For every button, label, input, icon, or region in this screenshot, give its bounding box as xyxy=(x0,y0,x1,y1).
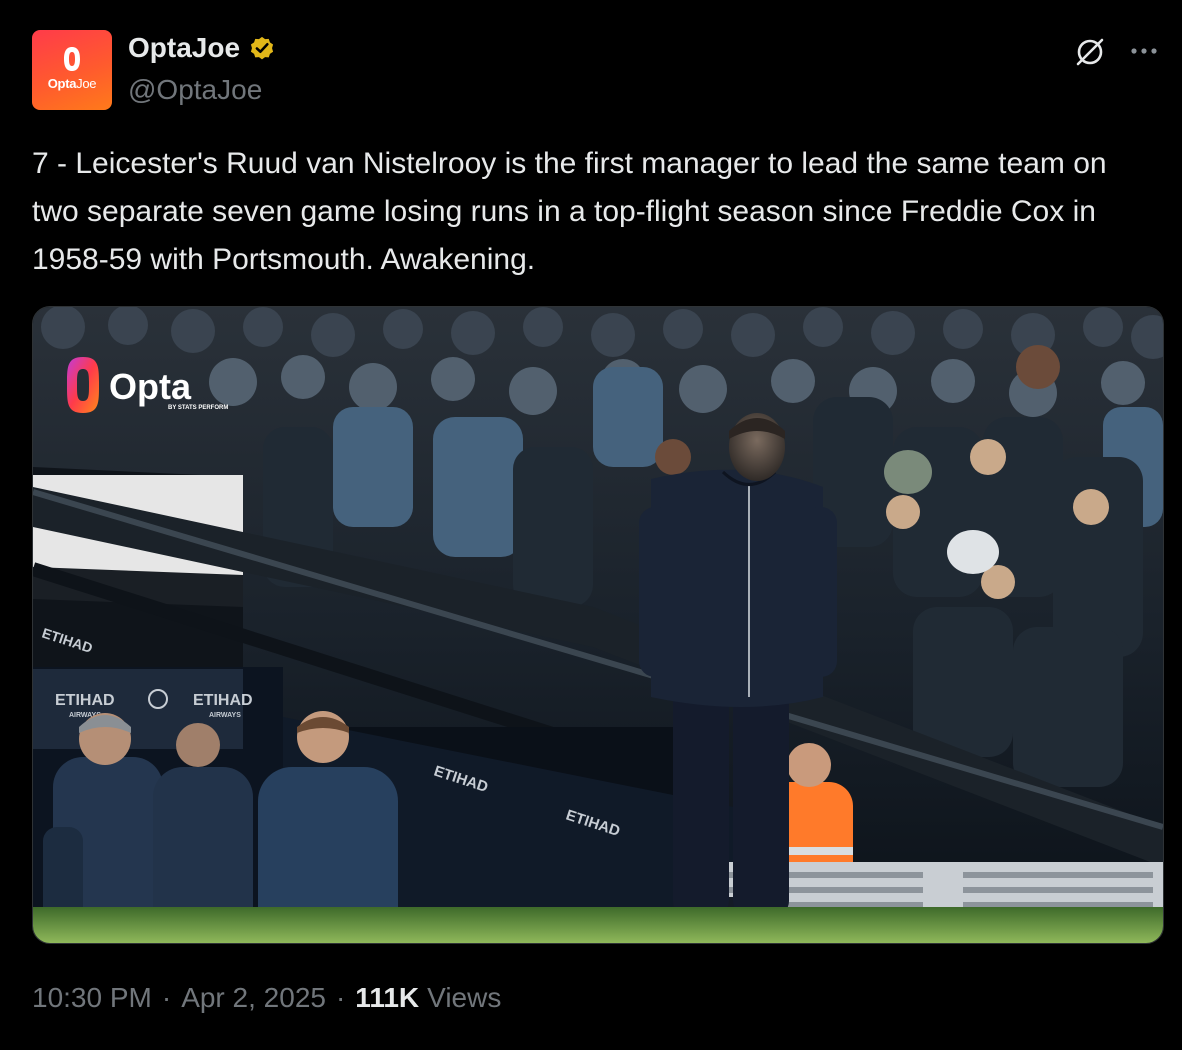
avatar-text-light: Joe xyxy=(76,76,97,91)
opta-logo-icon xyxy=(64,47,80,71)
views-label: Views xyxy=(427,982,502,1013)
avatar-text-bold: Opta xyxy=(47,76,77,91)
avatar-logo-text: OptaJoe xyxy=(32,76,112,91)
author-name-row: OptaJoe xyxy=(128,32,276,64)
stadium-photo: ETIHAD ETIHAD ETIHAD ETIHAD ETIHAD AIRWA… xyxy=(33,307,1163,943)
tweet-text: 7 - Leicester's Ruud van Nistelrooy is t… xyxy=(32,147,1115,276)
views-count[interactable]: 111K xyxy=(355,982,419,1014)
grok-icon[interactable] xyxy=(1072,34,1108,70)
tweet-meta: 10:30 PM · Apr 2, 2025 · 111K Views xyxy=(32,982,501,1014)
sign-etihad-1: ETIHAD xyxy=(55,692,115,709)
avatar[interactable]: OptaJoe xyxy=(32,30,112,110)
opta-logo-subtext: BY STATS PERFORM xyxy=(168,405,228,411)
meta-separator: · xyxy=(161,982,172,1013)
opta-logo-text: Opta xyxy=(109,366,192,407)
pitch xyxy=(33,907,1163,943)
sign-etihad-2: ETIHAD xyxy=(193,692,253,709)
sign-airways-2: AIRWAYS xyxy=(209,712,241,719)
author-handle[interactable]: @OptaJoe xyxy=(128,74,262,106)
display-name[interactable]: OptaJoe xyxy=(128,32,240,64)
tweet-photo[interactable]: ETIHAD ETIHAD ETIHAD ETIHAD ETIHAD AIRWA… xyxy=(32,306,1164,944)
tweet-date[interactable]: Apr 2, 2025 xyxy=(181,982,326,1014)
meta-separator: · xyxy=(335,982,346,1013)
more-icon[interactable] xyxy=(1126,38,1162,64)
tweet: OptaJoe OptaJoe @OptaJoe 7 - Leicester's… xyxy=(0,0,1182,1050)
tweet-time[interactable]: 10:30 PM xyxy=(32,982,152,1014)
verified-badge-icon[interactable] xyxy=(248,34,276,62)
